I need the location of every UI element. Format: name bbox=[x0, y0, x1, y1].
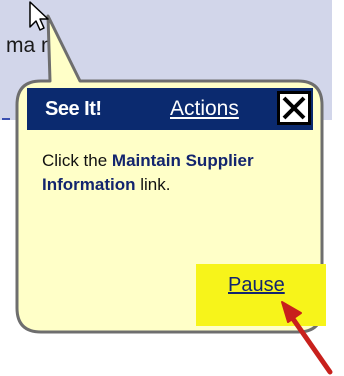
callout-title: See It! bbox=[45, 98, 102, 120]
callout-instruction: Click the Maintain Supplier Information … bbox=[42, 149, 292, 197]
pause-link[interactable]: Pause bbox=[228, 274, 285, 297]
screen: ma n See It! Actions Click the Maintain … bbox=[0, 0, 344, 376]
callout-header: See It! Actions bbox=[27, 88, 313, 130]
instruction-suffix: link. bbox=[135, 175, 171, 194]
close-button[interactable] bbox=[277, 91, 311, 125]
actions-link[interactable]: Actions bbox=[170, 97, 239, 121]
close-icon bbox=[282, 96, 306, 120]
instruction-prefix: Click the bbox=[42, 151, 112, 170]
